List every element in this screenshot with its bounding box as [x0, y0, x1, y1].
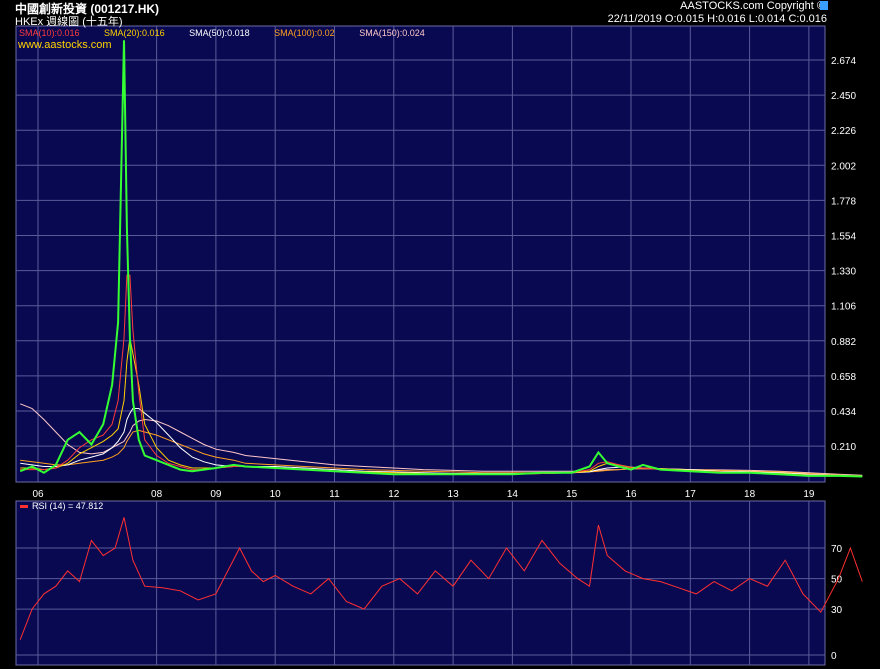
price-y-tick-label: 1.106 [831, 302, 856, 313]
price-x-tick-label: 19 [803, 489, 815, 500]
price-panel: 0.210 0.434 0.658 0.882 1.106 1.330 1.554 1.778… [15, 25, 863, 500]
rsi-plot-area [15, 500, 826, 666]
rsi-swatch-icon [20, 505, 28, 509]
price-x-tick-label: 06 [32, 489, 44, 500]
aastocks-logo-icon [820, 1, 828, 10]
sma-50-legend: SMA(50):0.018 [189, 28, 250, 38]
sma-100-legend: SMA(100):0.02 [274, 28, 335, 38]
price-y-tick-label: 0.434 [831, 407, 856, 418]
sma-150-legend: SMA(150):0.024 [359, 28, 425, 38]
website-link[interactable]: www.aastocks.com [18, 39, 112, 51]
price-x-tick-label: 17 [685, 489, 697, 500]
price-x-tick-label: 15 [566, 489, 578, 500]
price-plot-area [15, 25, 826, 483]
price-y-tick-label: 2.226 [831, 126, 856, 137]
price-x-tick-label: 18 [744, 489, 756, 500]
sma-20-legend: SMA(20):0.016 [104, 28, 165, 38]
rsi-y-tick-label: 0 [831, 651, 837, 662]
rsi-y-tick-label: 30 [831, 605, 843, 616]
chart-subtitle: HKEx 週線圖 (十五年) [15, 16, 123, 28]
sma-legend: SMA(10):0.016 SMA(20):0.016 SMA(50):0.01… [19, 28, 447, 38]
price-y-tick-label: 2.450 [831, 91, 856, 102]
price-x-tick-label: 10 [270, 489, 282, 500]
price-y-tick-label: 0.882 [831, 337, 856, 348]
price-y-tick-label: 2.674 [831, 56, 856, 67]
price-x-tick-label: 14 [507, 489, 519, 500]
chart-canvas: 0.210 0.434 0.658 0.882 1.106 1.330 1.554 1.778… [15, 25, 863, 666]
price-x-tick-label: 12 [388, 489, 400, 500]
price-y-tick-label: 1.330 [831, 267, 856, 278]
rsi-legend: RSI (14) = 47.812 [20, 501, 103, 511]
rsi-y-tick-label: 50 [831, 575, 843, 586]
price-y-tick-label: 2.002 [831, 161, 856, 172]
rsi-y-tick-label: 70 [831, 544, 843, 555]
price-y-tick-label: 1.778 [831, 196, 856, 207]
price-y-tick-label: 1.554 [831, 231, 856, 242]
rsi-legend-label: RSI (14) = 47.812 [32, 501, 104, 511]
price-x-tick-label: 08 [151, 489, 163, 500]
price-x-tick-label: 11 [329, 489, 340, 500]
price-y-tick-label: 0.658 [831, 372, 856, 383]
quote-summary: 22/11/2019 O:0.015 H:0.016 L:0.014 C:0.0… [607, 13, 827, 25]
sma-10-legend: SMA(10):0.016 [19, 28, 80, 38]
copyright-text: AASTOCKS.com Copyright © [680, 0, 825, 12]
rsi-panel: 0 30 50 70 [15, 500, 863, 666]
price-x-tick-label: 16 [625, 489, 637, 500]
price-x-tick-label: 13 [448, 489, 460, 500]
price-y-tick-label: 0.210 [831, 442, 856, 453]
price-x-tick-label: 09 [210, 489, 222, 500]
